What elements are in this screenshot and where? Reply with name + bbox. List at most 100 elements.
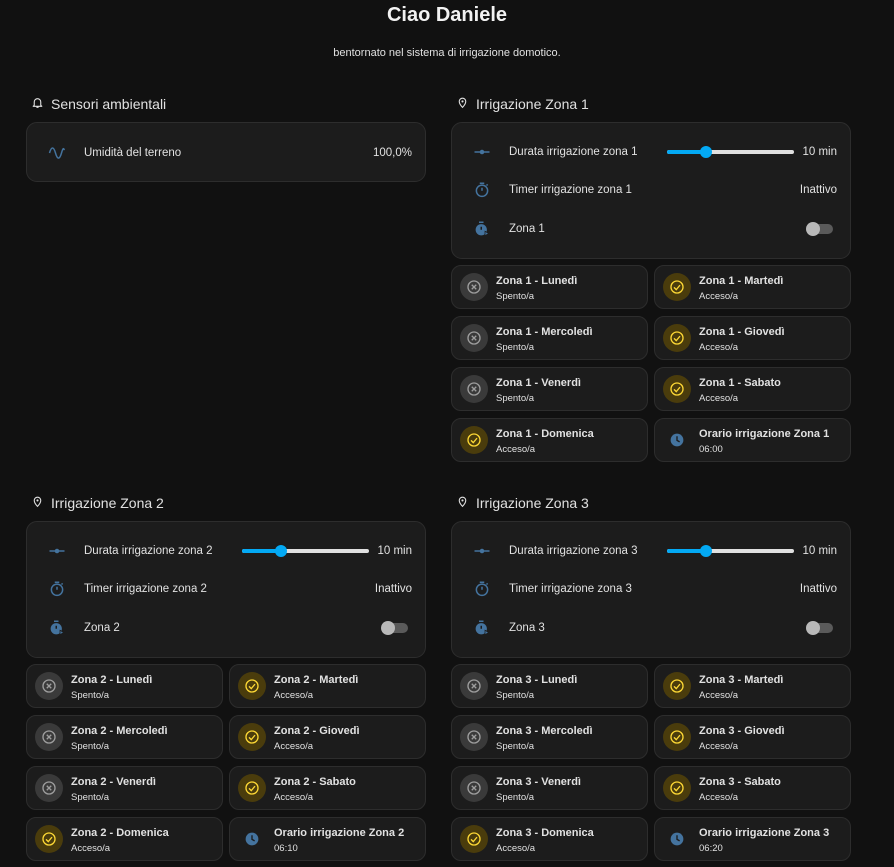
zone2-day-tile[interactable]: Zona 2 - Venerdì Spento/a xyxy=(26,766,223,810)
zone3-toggle[interactable] xyxy=(806,621,833,635)
slider-knob[interactable] xyxy=(275,545,288,557)
close-circle-icon[interactable] xyxy=(460,672,488,700)
zone1-switch-label: Zona 1 xyxy=(509,223,545,235)
zone2-duration-row: Durata irrigazione zona 2 10 min xyxy=(27,536,425,566)
tile-name: Zona 3 - Venerdì xyxy=(496,776,581,788)
zone3-schedule-tile[interactable]: Orario irrigazione Zona 3 06:20 xyxy=(654,817,851,861)
tile-name: Zona 2 - Martedì xyxy=(274,674,359,686)
check-circle-icon[interactable] xyxy=(663,324,691,352)
clock-icon[interactable] xyxy=(663,825,691,853)
zone2-day-tile[interactable]: Zona 2 - Lunedì Spento/a xyxy=(26,664,223,708)
check-circle-icon[interactable] xyxy=(663,375,691,403)
tile-name: Zona 3 - Martedì xyxy=(699,674,784,686)
zone1-section-title: Irrigazione Zona 1 xyxy=(476,96,589,112)
zone1-day-tile[interactable]: Zona 1 - Lunedì Spento/a xyxy=(451,265,648,309)
zone3-day-tile[interactable]: Zona 3 - Giovedì Acceso/a xyxy=(654,715,851,759)
sine-wave-icon xyxy=(47,143,67,163)
tile-name: Zona 1 - Giovedì xyxy=(699,326,785,338)
close-circle-icon[interactable] xyxy=(460,375,488,403)
clock-icon[interactable] xyxy=(663,426,691,454)
zone2-card: Durata irrigazione zona 2 10 min Timer i… xyxy=(26,521,426,658)
close-circle-icon[interactable] xyxy=(35,723,63,751)
check-circle-icon[interactable] xyxy=(663,774,691,802)
tile-name: Zona 2 - Giovedì xyxy=(274,725,360,737)
timer-play-icon xyxy=(47,618,67,638)
zone1-day-tile[interactable]: Zona 1 - Giovedì Acceso/a xyxy=(654,316,851,360)
close-circle-icon[interactable] xyxy=(460,273,488,301)
sensors-card: Umidità del terreno 100,0% xyxy=(26,122,426,182)
close-circle-icon[interactable] xyxy=(460,324,488,352)
zone2-duration-value: 10 min xyxy=(377,545,412,557)
sensors-section-header: Sensori ambientali xyxy=(31,96,166,112)
check-circle-icon[interactable] xyxy=(460,426,488,454)
zone3-day-tile[interactable]: Zona 3 - Mercoledì Spento/a xyxy=(451,715,648,759)
zone1-day-tile[interactable]: Zona 1 - Martedì Acceso/a xyxy=(654,265,851,309)
zone1-switch-row: Zona 1 xyxy=(452,214,850,244)
slider-knob[interactable] xyxy=(700,146,713,158)
page-title: Ciao Daniele xyxy=(386,4,508,26)
zone3-day-tile[interactable]: Zona 3 - Venerdì Spento/a xyxy=(451,766,648,810)
zone3-timer-row[interactable]: Timer irrigazione zona 3 Inattivo xyxy=(452,574,850,604)
zone2-schedule-tile[interactable]: Orario irrigazione Zona 2 06:10 xyxy=(229,817,426,861)
close-circle-icon[interactable] xyxy=(35,774,63,802)
zone1-day-tile[interactable]: Zona 1 - Venerdì Spento/a xyxy=(451,367,648,411)
tile-state: Acceso/a xyxy=(71,843,111,854)
check-circle-icon[interactable] xyxy=(663,672,691,700)
check-circle-icon[interactable] xyxy=(35,825,63,853)
zone2-day-tile[interactable]: Zona 2 - Domenica Acceso/a xyxy=(26,817,223,861)
zone1-schedule-tile[interactable]: Orario irrigazione Zona 1 06:00 xyxy=(654,418,851,462)
tile-name: Zona 1 - Sabato xyxy=(699,377,781,389)
zone1-duration-slider[interactable] xyxy=(667,145,794,159)
zone1-toggle[interactable] xyxy=(806,222,833,236)
humidity-row[interactable]: Umidità del terreno 100,0% xyxy=(27,138,425,168)
zone1-day-tile[interactable]: Zona 1 - Mercoledì Spento/a xyxy=(451,316,648,360)
check-circle-icon[interactable] xyxy=(238,774,266,802)
close-circle-icon[interactable] xyxy=(460,774,488,802)
zone1-day-tile[interactable]: Zona 1 - Sabato Acceso/a xyxy=(654,367,851,411)
zone2-toggle[interactable] xyxy=(381,621,408,635)
zone2-day-tile[interactable]: Zona 2 - Martedì Acceso/a xyxy=(229,664,426,708)
tile-state: 06:00 xyxy=(699,444,723,455)
zone3-section-title: Irrigazione Zona 3 xyxy=(476,495,589,511)
tile-name: Zona 1 - Venerdì xyxy=(496,377,581,389)
zone3-timer-value: Inattivo xyxy=(799,583,837,595)
clock-icon[interactable] xyxy=(238,825,266,853)
zone3-duration-slider[interactable] xyxy=(667,544,794,558)
check-circle-icon[interactable] xyxy=(663,273,691,301)
tile-state: Acceso/a xyxy=(699,393,739,404)
zone1-timer-label: Timer irrigazione zona 1 xyxy=(509,184,632,196)
zone2-day-tile[interactable]: Zona 2 - Giovedì Acceso/a xyxy=(229,715,426,759)
zone2-day-tile[interactable]: Zona 2 - Sabato Acceso/a xyxy=(229,766,426,810)
zone2-duration-slider[interactable] xyxy=(242,544,369,558)
check-circle-icon[interactable] xyxy=(663,723,691,751)
zone3-timer-label: Timer irrigazione zona 3 xyxy=(509,583,632,595)
tile-name: Orario irrigazione Zona 3 xyxy=(699,827,830,839)
zone2-day-tile[interactable]: Zona 2 - Mercoledì Spento/a xyxy=(26,715,223,759)
tile-state: 06:10 xyxy=(274,843,298,854)
zone3-day-tile[interactable]: Zona 3 - Sabato Acceso/a xyxy=(654,766,851,810)
timer-icon xyxy=(47,579,67,599)
zone2-timer-label: Timer irrigazione zona 2 xyxy=(84,583,207,595)
close-circle-icon[interactable] xyxy=(460,723,488,751)
zone3-card: Durata irrigazione zona 3 10 min Timer i… xyxy=(451,521,851,658)
slider-knob[interactable] xyxy=(700,545,713,557)
zone2-timer-row[interactable]: Timer irrigazione zona 2 Inattivo xyxy=(27,574,425,604)
tile-name: Zona 3 - Sabato xyxy=(699,776,781,788)
zone3-day-tile[interactable]: Zona 3 - Domenica Acceso/a xyxy=(451,817,648,861)
map-pin-icon xyxy=(456,495,469,511)
zone3-section-header: Irrigazione Zona 3 xyxy=(456,495,589,511)
check-circle-icon[interactable] xyxy=(238,723,266,751)
zone1-timer-row[interactable]: Timer irrigazione zona 1 Inattivo xyxy=(452,175,850,205)
tile-state: Spento/a xyxy=(71,792,110,803)
zone1-day-tile[interactable]: Zona 1 - Domenica Acceso/a xyxy=(451,418,648,462)
zone3-day-tile[interactable]: Zona 3 - Martedì Acceso/a xyxy=(654,664,851,708)
tile-name: Zona 1 - Lunedì xyxy=(496,275,578,287)
tile-name: Zona 2 - Lunedì xyxy=(71,674,153,686)
tile-state: Spento/a xyxy=(496,291,535,302)
zone1-duration-row: Durata irrigazione zona 1 10 min xyxy=(452,137,850,167)
close-circle-icon[interactable] xyxy=(35,672,63,700)
check-circle-icon[interactable] xyxy=(460,825,488,853)
check-circle-icon[interactable] xyxy=(238,672,266,700)
tile-state: Spento/a xyxy=(71,741,110,752)
zone3-day-tile[interactable]: Zona 3 - Lunedì Spento/a xyxy=(451,664,648,708)
